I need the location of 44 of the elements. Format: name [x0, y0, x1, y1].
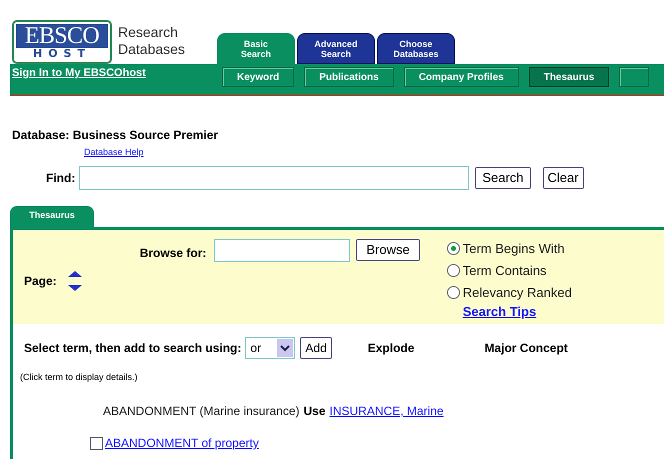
dropdown-caret-icon: [277, 338, 294, 356]
logo-text: EBSCO: [24, 24, 100, 48]
nav-tab[interactable]: Basic Search: [216, 33, 295, 64]
nav-tab[interactable]: Choose Databases: [376, 33, 455, 64]
clear-button[interactable]: Clear: [542, 166, 584, 188]
radio-button[interactable]: [446, 264, 460, 277]
column-heading: Explode: [368, 340, 414, 356]
search-button[interactable]: Search: [475, 166, 531, 188]
add-button[interactable]: Add: [300, 336, 332, 358]
search-tips-link[interactable]: Search Tips: [462, 304, 572, 320]
tagline: Research: [118, 24, 179, 41]
select-term-label: Select term, then add to search using:: [24, 340, 242, 356]
column-heading: Major Concept: [484, 340, 568, 356]
tagline: Databases: [118, 41, 185, 58]
term-text: ABANDONMENT (Marine insurance): [103, 403, 300, 420]
sub-tab[interactable]: Keyword: [222, 67, 294, 87]
sub-tab[interactable]: Thesaurus: [528, 67, 610, 87]
sign-in-link[interactable]: Sign In to My EBSCOhost: [12, 67, 222, 79]
term-link[interactable]: INSURANCE, Marine: [330, 402, 444, 420]
sub-tab[interactable]: Publications: [304, 67, 394, 87]
find-label: Find:: [46, 170, 76, 186]
operator-select[interactable]: or: [245, 336, 296, 358]
page-arrows-icon[interactable]: [66, 268, 83, 292]
browse-label: Browse for:: [140, 244, 206, 262]
radio-label: Term Begins With: [462, 240, 565, 258]
nav-tab[interactable]: Advanced Search: [296, 33, 375, 64]
find-field[interactable]: [79, 166, 470, 190]
page-label: Page:: [24, 272, 57, 290]
database-help-link[interactable]: Database Help: [84, 146, 664, 160]
radio-label: Relevancy Ranked: [462, 284, 572, 302]
radio-label: Term Contains: [462, 262, 547, 280]
database-title: Database: Business Source Premier: [12, 127, 220, 144]
sub-tab[interactable]: Company Profiles: [404, 67, 519, 87]
hint-text: (Click term to display details.): [20, 370, 139, 384]
sub-tab[interactable]: [619, 67, 650, 87]
radio-button[interactable]: [446, 286, 460, 299]
logo-text: HOST: [33, 48, 91, 60]
radio-button[interactable]: [446, 242, 460, 255]
browse-field[interactable]: [214, 238, 350, 262]
panel-tab[interactable]: Thesaurus: [10, 206, 94, 226]
use-label: Use: [304, 403, 326, 420]
browse-button[interactable]: Browse: [356, 238, 420, 260]
term-link[interactable]: ABANDONMENT of property: [105, 434, 259, 452]
term-checkbox[interactable]: [90, 436, 103, 450]
